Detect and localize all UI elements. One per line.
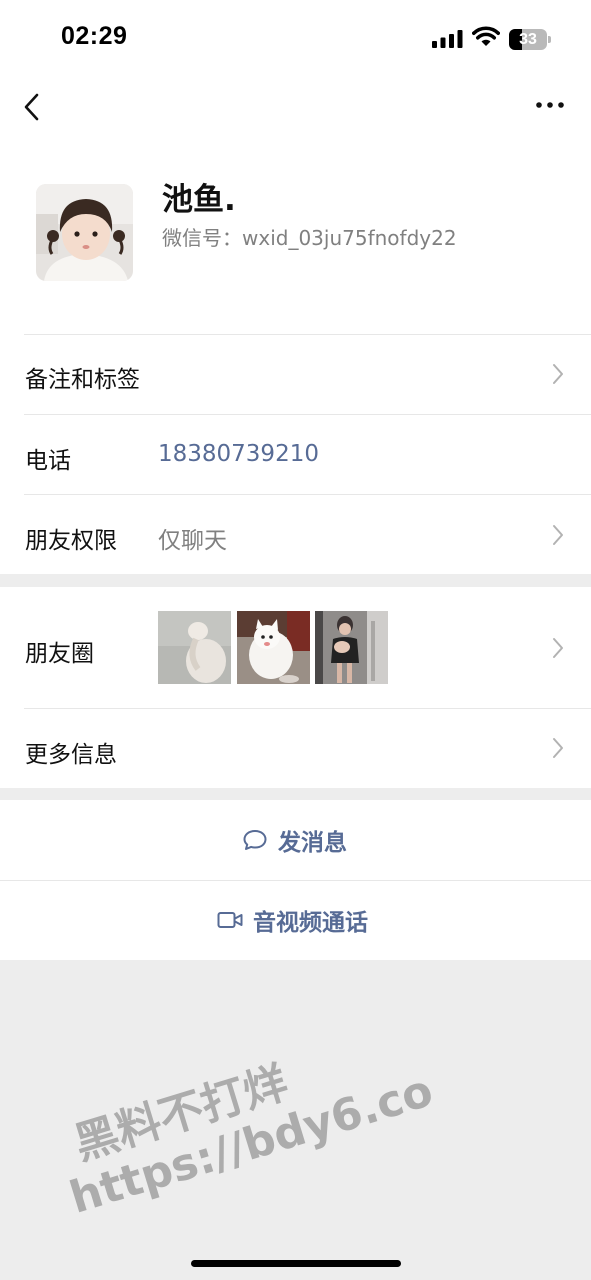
avatar-photo [36, 184, 133, 281]
row-moments[interactable]: 朋友圈 [0, 587, 591, 708]
chevron-right-icon [553, 638, 563, 658]
row-label: 电话 [25, 448, 71, 474]
send-message-label: 发消息 [278, 830, 347, 856]
wechat-id: 微信号：wxid_03ju75fnofdy22 [162, 226, 457, 250]
row-friend-permissions[interactable]: 朋友权限 仅聊天 [0, 494, 591, 574]
row-label: 更多信息 [25, 742, 117, 768]
row-remarks-tags[interactable]: 备注和标签 [0, 334, 591, 414]
status-bar: 02:29 33 [0, 0, 591, 78]
watermark: 黑料不打烊 https://bdy6.co [38, 991, 439, 1224]
video-camera-icon [217, 912, 243, 928]
contact-profile-screen: 02:29 33 池鱼. 微信号：wxid_03ju75fnofdy22 备注和… [0, 0, 591, 1280]
divider [24, 708, 591, 709]
send-message-button[interactable]: 发消息 [0, 800, 591, 880]
row-phone: 电话 18380739210 [0, 414, 591, 494]
chat-bubble-icon [243, 830, 267, 850]
phone-number-link[interactable]: 18380739210 [158, 441, 319, 467]
divider [24, 414, 591, 415]
row-label: 备注和标签 [25, 367, 140, 393]
avatar[interactable] [36, 184, 133, 281]
more-dots-icon[interactable] [534, 98, 566, 112]
cellular-signal-icon [432, 30, 463, 48]
battery-level: 33 [519, 31, 537, 48]
status-time: 02:29 [61, 22, 128, 50]
battery-icon: 33 [509, 29, 551, 50]
video-call-button[interactable]: 音视频通话 [0, 880, 591, 960]
video-call-label: 音视频通话 [253, 910, 368, 936]
permission-value: 仅聊天 [158, 528, 227, 554]
row-more-info[interactable]: 更多信息 [0, 708, 591, 788]
back-chevron-icon[interactable] [20, 90, 44, 124]
navigation-bar [0, 78, 591, 138]
chevron-right-icon [553, 738, 563, 758]
divider [24, 334, 591, 335]
divider [24, 494, 591, 495]
wifi-icon [472, 26, 500, 46]
row-label: 朋友圈 [25, 641, 94, 667]
chevron-right-icon [553, 525, 563, 545]
row-label: 朋友权限 [25, 528, 117, 554]
moments-photo-1 [158, 611, 231, 684]
profile-header: 池鱼. 微信号：wxid_03ju75fnofdy22 [0, 138, 591, 334]
home-indicator[interactable] [191, 1260, 401, 1267]
moments-photo-2 [237, 611, 310, 684]
moments-photo-3 [315, 611, 388, 684]
chevron-right-icon [553, 364, 563, 384]
display-name: 池鱼. [162, 182, 236, 218]
